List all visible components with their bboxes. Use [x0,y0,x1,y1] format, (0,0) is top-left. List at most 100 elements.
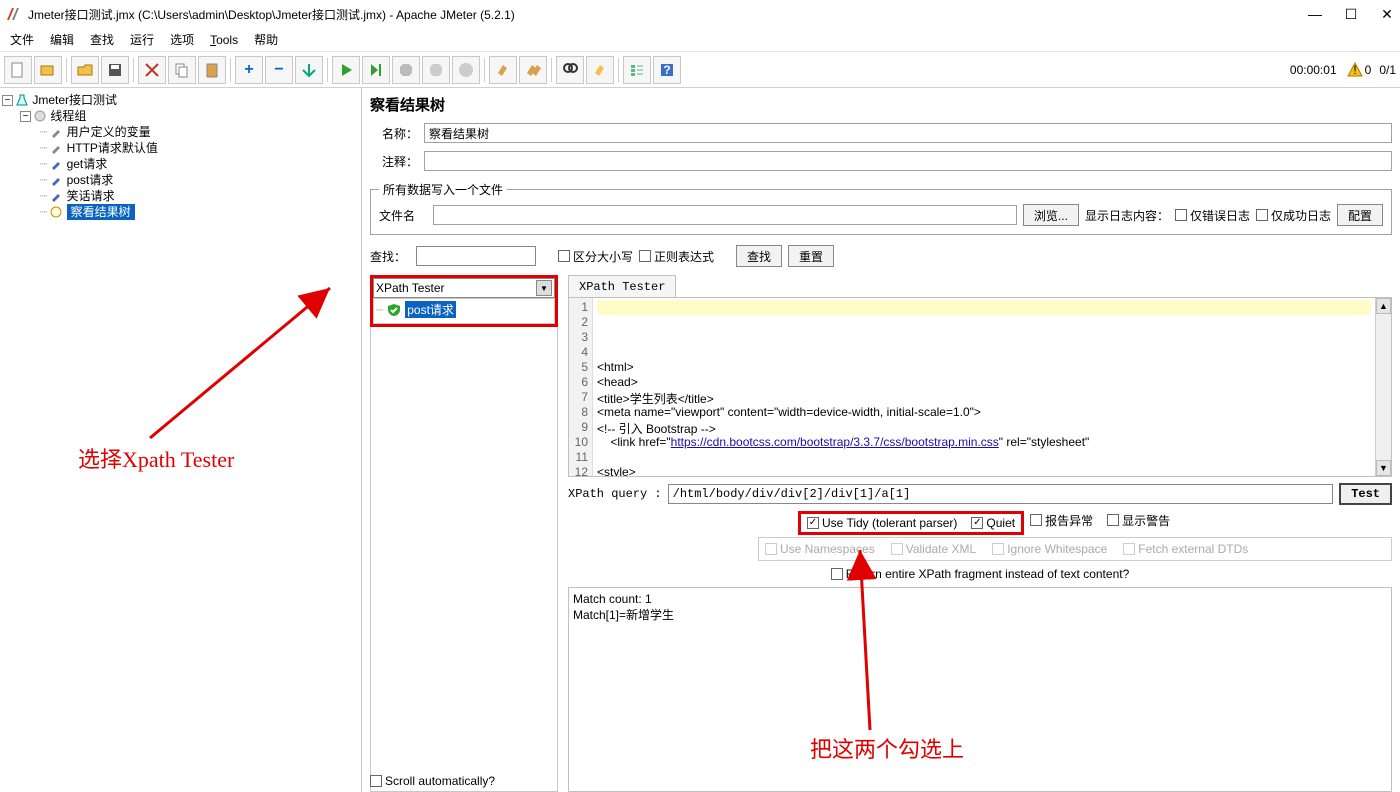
line-gutter: 123456789101112 [569,298,593,476]
config-button[interactable]: 配置 [1337,204,1383,226]
minimize-button[interactable]: — [1308,7,1322,21]
svg-text:?: ? [663,63,670,77]
menu-file[interactable]: 文件 [10,31,34,48]
annotation-text-2: 把这两个勾选上 [810,732,964,764]
return-fragment-checkbox[interactable]: Return entire XPath fragment instead of … [831,567,1130,581]
result-list-body[interactable] [370,327,558,792]
file-group: 所有数据写入一个文件 文件名 浏览... 显示日志内容： 仅错误日志 仅成功日志… [370,181,1392,235]
menu-edit[interactable]: 编辑 [50,31,74,48]
result-item[interactable]: ┈ post请求 [376,301,552,318]
name-label: 名称： [370,125,418,142]
browse-button[interactable]: 浏览... [1023,204,1079,226]
search-label: 查找： [370,248,410,265]
copy-button[interactable] [168,56,196,84]
tree-item[interactable]: HTTP请求默认值 [67,140,158,156]
chevron-down-icon: ▼ [536,280,552,296]
window-titlebar: Jmeter接口测试.jmx (C:\Users\admin\Desktop\J… [0,0,1400,28]
tree-item[interactable]: 用户定义的变量 [67,124,151,140]
xpath-query-label: XPath query : [568,487,662,501]
regex-checkbox[interactable]: 正则表达式 [639,248,714,265]
open-button[interactable] [71,56,99,84]
tree-root[interactable]: Jmeter接口测试 [32,92,117,108]
app-icon [6,6,22,22]
scrollbar-vertical[interactable]: ▲▼ [1375,298,1391,476]
name-input[interactable] [424,123,1392,143]
scroll-auto-checkbox[interactable]: Scroll automatically? [370,774,495,788]
stop-all-button[interactable] [452,56,480,84]
show-warn-checkbox[interactable]: 显示警告 [1107,512,1170,529]
pipette-icon [49,173,63,187]
tree-item[interactable]: post请求 [67,172,114,188]
xpath-query-input[interactable] [668,484,1334,504]
shutdown-button[interactable] [422,56,450,84]
clearall-button[interactable] [519,56,547,84]
templates-button[interactable] [34,56,62,84]
test-button[interactable]: Test [1339,483,1392,505]
annotation-text-1: 选择Xpath Tester [78,442,234,474]
expand-button[interactable]: + [235,56,263,84]
warning-indicator: ! 0 [1347,62,1372,78]
success-shield-icon [387,303,401,317]
save-button[interactable] [101,56,129,84]
tree-item[interactable]: 笑话请求 [67,188,115,204]
renderer-combo[interactable]: XPath Tester▼ [373,278,555,298]
pipette-icon [49,189,63,203]
help-button[interactable]: ? [653,56,681,84]
use-tidy-checkbox[interactable]: ✓Use Tidy (tolerant parser) [807,516,957,530]
maximize-button[interactable]: ☐ [1344,7,1358,21]
stop-button[interactable] [392,56,420,84]
display-log-label: 显示日志内容： [1085,207,1169,224]
only-error-checkbox[interactable]: 仅错误日志 [1175,207,1250,224]
comment-input[interactable] [424,151,1392,171]
tree-item[interactable]: get请求 [67,156,108,172]
close-button[interactable]: ✕ [1380,7,1394,21]
menubar: 文件 编辑 查找 运行 选项 Tools 帮助 [0,28,1400,52]
tree-thread-group[interactable]: 线程组 [50,108,86,124]
disabled-options: Use Namespaces Validate XML Ignore White… [758,537,1392,561]
function-helper-button[interactable] [623,56,651,84]
file-input[interactable] [433,205,1017,225]
start-no-pause-button[interactable] [362,56,390,84]
cut-button[interactable] [138,56,166,84]
code-body[interactable]: <html> <head> <title>学生列表</title> <meta … [593,298,1375,476]
spool-icon [33,109,47,123]
reset-button[interactable]: 重置 [788,245,834,267]
search-input[interactable] [416,246,536,266]
pipette-icon [49,157,63,171]
menu-run[interactable]: 运行 [130,31,154,48]
reset-search-button[interactable] [586,56,614,84]
clear-button[interactable] [489,56,517,84]
tree-toggle[interactable]: − [20,111,31,122]
window-title: Jmeter接口测试.jmx (C:\Users\admin\Desktop\J… [28,6,1308,23]
file-label: 文件名 [379,207,427,224]
only-success-checkbox[interactable]: 仅成功日志 [1256,207,1331,224]
results-panel: 察看结果树 名称： 注释： 所有数据写入一个文件 文件名 浏览... 显示日志内… [362,88,1400,792]
menu-tools[interactable]: Tools [210,33,238,47]
menu-search[interactable]: 查找 [90,31,114,48]
report-error-checkbox[interactable]: 报告异常 [1030,512,1093,529]
menu-options[interactable]: 选项 [170,31,194,48]
toggle-button[interactable] [295,56,323,84]
tree-toggle[interactable]: − [2,95,13,106]
elapsed-time: 00:00:01 [1290,63,1337,77]
response-code[interactable]: 123456789101112 <html> <head> <title>学生列… [568,297,1392,477]
test-plan-tree[interactable]: − Jmeter接口测试 − 线程组 ┈ 用户定义的变量 ┈ HTTP请求默认值… [0,88,362,792]
gauge-icon [49,205,63,219]
annotation-box-1: XPath Tester▼ ┈ post请求 [370,275,558,327]
paste-button[interactable] [198,56,226,84]
menu-help[interactable]: 帮助 [254,31,278,48]
collapse-button[interactable]: − [265,56,293,84]
annotation-box-2: ✓Use Tidy (tolerant parser) ✓Quiet [798,511,1024,535]
link-in-code[interactable]: https://cdn.bootcss.com/bootstrap/3.3.7/… [671,435,999,449]
tree-item-selected[interactable]: 察看结果树 [67,204,135,220]
case-sensitive-checkbox[interactable]: 区分大小写 [558,248,633,265]
search-tool-button[interactable] [556,56,584,84]
quiet-checkbox[interactable]: ✓Quiet [971,516,1015,530]
new-button[interactable] [4,56,32,84]
search-button[interactable]: 查找 [736,245,782,267]
start-button[interactable] [332,56,360,84]
svg-text:!: ! [1353,63,1356,77]
tab-xpath-tester[interactable]: XPath Tester [568,275,676,297]
file-legend: 所有数据写入一个文件 [379,181,507,198]
wrench-icon [49,125,63,139]
